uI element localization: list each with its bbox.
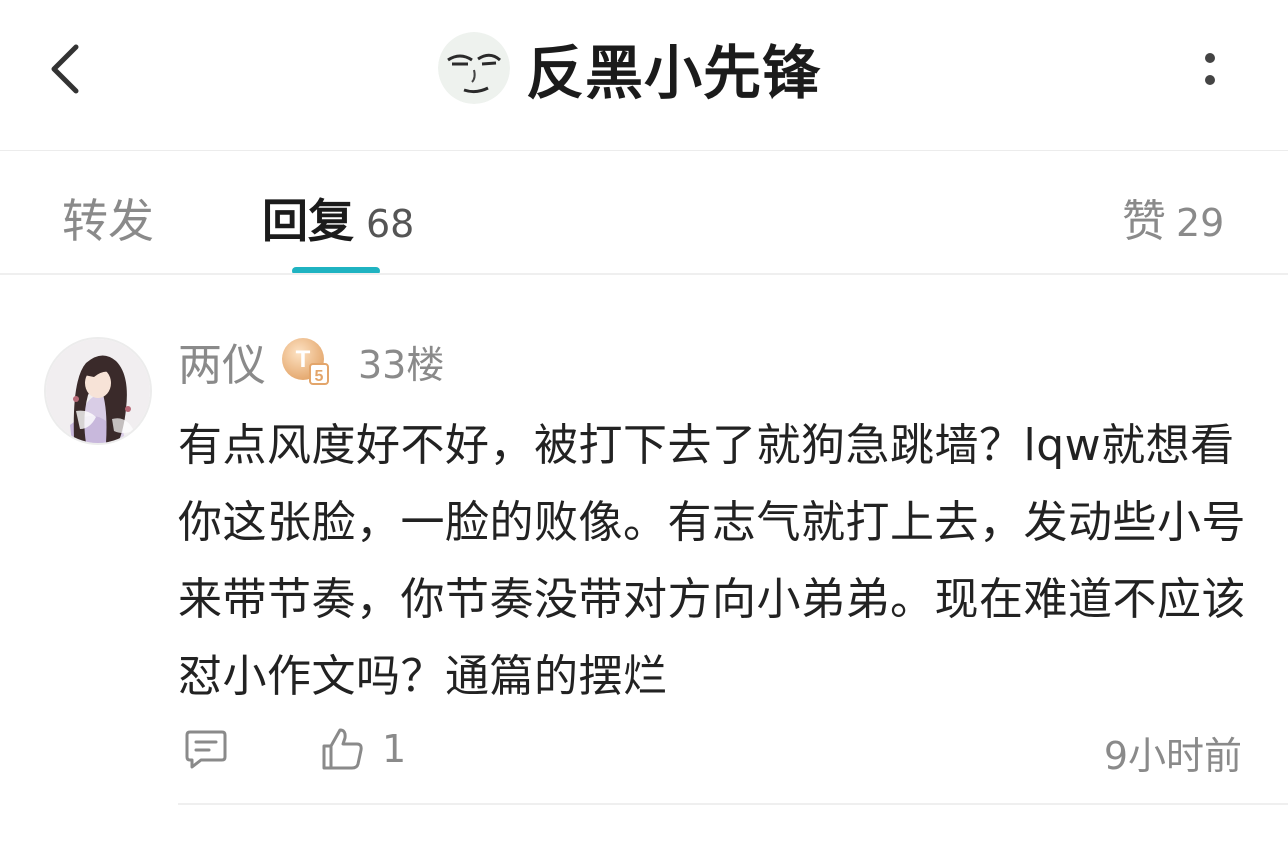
tab-reply-label: 回复 — [262, 194, 354, 248]
tab-like[interactable]: 赞 29 — [1122, 185, 1225, 247]
level-badge-icon: T 5 — [280, 336, 330, 386]
forum-avatar[interactable] — [438, 32, 510, 104]
svg-text:5: 5 — [315, 368, 324, 385]
top-bar: 反黑小先锋 — [0, 0, 1288, 150]
timestamp: 9小时前 — [1103, 734, 1242, 778]
floor-number: 33楼 — [358, 342, 445, 387]
reply-button[interactable] — [178, 721, 234, 777]
tab-reply-count: 68 — [366, 202, 415, 246]
tab-forward[interactable]: 转发 — [62, 185, 154, 248]
like-count: 1 — [382, 727, 407, 771]
more-vertical-icon — [1205, 53, 1215, 85]
back-button[interactable] — [36, 36, 96, 102]
chevron-left-icon — [51, 44, 79, 94]
svg-text:T: T — [296, 346, 311, 373]
tab-reply[interactable]: 回复 68 — [262, 185, 415, 248]
tab-bar: 转发 回复 68 赞 29 — [0, 151, 1288, 275]
comment-item: 两仪 T 5 33楼 有点风度好不好，被打下去了就狗急跳墙？lqw就想看你这张脸… — [0, 275, 1288, 868]
avatar[interactable] — [46, 339, 150, 443]
comment-actions: 1 9小时前 — [178, 721, 1242, 778]
page-title: 反黑小先锋 — [526, 39, 822, 107]
comment-meta: 两仪 T 5 33楼 — [178, 333, 445, 391]
comment-content: 有点风度好不好，被打下去了就狗急跳墙？lqw就想看你这张脸，一脸的败像。有志气就… — [178, 420, 1246, 702]
thumbs-up-icon — [322, 728, 363, 770]
tab-forward-label: 转发 — [62, 194, 154, 248]
comment-icon — [185, 730, 227, 769]
like-button[interactable]: 1 — [320, 721, 406, 777]
username[interactable]: 两仪 — [178, 329, 266, 393]
tab-like-count: 29 — [1176, 201, 1225, 245]
thread-title: 反黑小先锋 — [438, 30, 821, 107]
tab-like-label: 赞 — [1122, 196, 1166, 247]
comment-divider — [178, 803, 1288, 805]
more-options-button[interactable] — [1180, 36, 1240, 102]
